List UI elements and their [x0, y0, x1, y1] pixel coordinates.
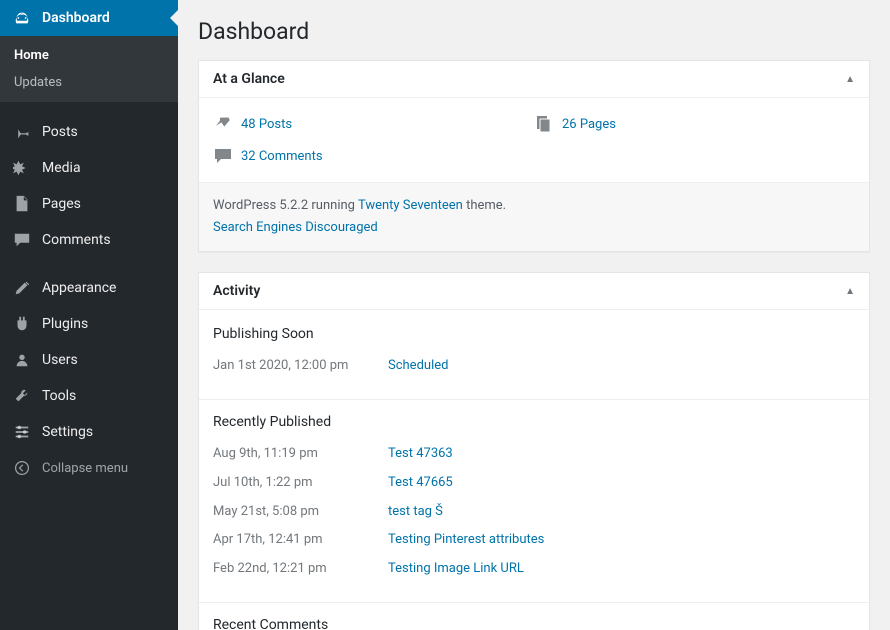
- activity-row: Apr 17th, 12:41 pm Testing Pinterest att…: [213, 526, 855, 555]
- activity-date: May 21st, 5:08 pm: [213, 502, 388, 523]
- sidebar-label: Collapse menu: [42, 461, 128, 476]
- activity-date: Aug 9th, 11:19 pm: [213, 444, 388, 465]
- comment-icon: [213, 146, 233, 166]
- tools-icon: [12, 386, 32, 406]
- glance-footer: WordPress 5.2.2 running Twenty Seventeen…: [199, 182, 869, 251]
- sidebar-item-appearance[interactable]: Appearance: [0, 270, 178, 306]
- widget-header[interactable]: At a Glance ▲: [199, 61, 869, 98]
- dashboard-icon: [12, 8, 32, 28]
- activity-link[interactable]: Test 47665: [388, 473, 453, 494]
- sidebar-item-tools[interactable]: Tools: [0, 378, 178, 414]
- users-icon: [12, 350, 32, 370]
- activity-row: Aug 9th, 11:19 pm Test 47363: [213, 440, 855, 469]
- wp-version-suffix: theme.: [463, 198, 506, 213]
- activity-row: Feb 22nd, 12:21 pm Testing Image Link UR…: [213, 555, 855, 584]
- widget-body: Publishing Soon Jan 1st 2020, 12:00 pm S…: [199, 310, 869, 630]
- activity-row: Jul 10th, 1:22 pm Test 47665: [213, 469, 855, 498]
- sidebar-label: Pages: [42, 196, 81, 212]
- recent-comments-title: Recent Comments: [213, 617, 855, 630]
- sidebar-separator: [0, 102, 178, 114]
- activity-row: Jan 1st 2020, 12:00 pm Scheduled: [213, 352, 855, 381]
- sidebar-item-plugins[interactable]: Plugins: [0, 306, 178, 342]
- main-content: Dashboard At a Glance ▲ 48 Posts: [178, 0, 890, 630]
- sidebar-item-settings[interactable]: Settings: [0, 414, 178, 450]
- activity-date: Jan 1st 2020, 12:00 pm: [213, 356, 388, 377]
- widget-title: Activity: [213, 283, 260, 299]
- glance-comments: 32 Comments: [213, 142, 534, 174]
- sidebar-item-users[interactable]: Users: [0, 342, 178, 378]
- activity-link[interactable]: Test 47363: [388, 444, 453, 465]
- widget-header[interactable]: Activity ▲: [199, 273, 869, 310]
- sidebar-submenu-dashboard: Home Updates: [0, 36, 178, 102]
- activity-widget: Activity ▲ Publishing Soon Jan 1st 2020,…: [198, 272, 870, 630]
- search-engines-link[interactable]: Search Engines Discouraged: [213, 220, 378, 235]
- comment-icon: [12, 230, 32, 250]
- divider: [199, 399, 869, 400]
- page-title: Dashboard: [198, 10, 870, 45]
- recent-list: Aug 9th, 11:19 pm Test 47363 Jul 10th, 1…: [213, 440, 855, 584]
- sidebar-item-dashboard[interactable]: Dashboard: [0, 0, 178, 36]
- sidebar-sub-home[interactable]: Home: [0, 42, 178, 69]
- brush-icon: [12, 278, 32, 298]
- sidebar-label: Comments: [42, 232, 111, 248]
- activity-date: Jul 10th, 1:22 pm: [213, 473, 388, 494]
- pin-icon: [213, 114, 233, 134]
- sidebar-label: Users: [42, 352, 78, 368]
- sidebar-label: Tools: [42, 388, 76, 404]
- plugin-icon: [12, 314, 32, 334]
- activity-date: Feb 22nd, 12:21 pm: [213, 559, 388, 580]
- pin-icon: [12, 122, 32, 142]
- activity-link[interactable]: Testing Pinterest attributes: [388, 530, 544, 551]
- at-a-glance-widget: At a Glance ▲ 48 Posts: [198, 60, 870, 252]
- page-icon: [12, 194, 32, 214]
- widget-body: 48 Posts 32 Comments: [199, 98, 869, 251]
- sidebar-item-media[interactable]: Media: [0, 150, 178, 186]
- recently-published-title: Recently Published: [213, 414, 855, 430]
- activity-link[interactable]: test tag Š: [388, 502, 443, 523]
- sidebar-label: Settings: [42, 424, 93, 440]
- theme-link[interactable]: Twenty Seventeen: [358, 198, 463, 213]
- media-icon: [12, 158, 32, 178]
- activity-link[interactable]: Scheduled: [388, 356, 448, 377]
- glance-comments-link[interactable]: 32 Comments: [241, 149, 323, 164]
- toggle-up-icon[interactable]: ▲: [845, 286, 855, 297]
- sidebar-label: Dashboard: [42, 10, 110, 26]
- scheduled-list: Jan 1st 2020, 12:00 pm Scheduled: [213, 352, 855, 381]
- sidebar-sub-updates[interactable]: Updates: [0, 69, 178, 96]
- sidebar-label: Appearance: [42, 280, 116, 296]
- sidebar-label: Media: [42, 160, 81, 176]
- sidebar-separator: [0, 258, 178, 270]
- activity-date: Apr 17th, 12:41 pm: [213, 530, 388, 551]
- sidebar-item-pages[interactable]: Pages: [0, 186, 178, 222]
- toggle-up-icon[interactable]: ▲: [845, 74, 855, 85]
- admin-sidebar: Dashboard Home Updates Posts Media Pages: [0, 0, 178, 630]
- activity-row: May 21st, 5:08 pm test tag Š: [213, 498, 855, 527]
- glance-posts: 48 Posts: [213, 110, 534, 142]
- sidebar-label: Plugins: [42, 316, 88, 332]
- activity-link[interactable]: Testing Image Link URL: [388, 559, 524, 580]
- sidebar-item-comments[interactable]: Comments: [0, 222, 178, 258]
- glance-pages-link[interactable]: 26 Pages: [562, 117, 616, 132]
- sidebar-label: Posts: [42, 124, 78, 140]
- sidebar-item-posts[interactable]: Posts: [0, 114, 178, 150]
- publishing-soon-title: Publishing Soon: [213, 326, 855, 342]
- sidebar-collapse[interactable]: Collapse menu: [0, 450, 178, 486]
- divider: [199, 602, 869, 603]
- glance-posts-link[interactable]: 48 Posts: [241, 117, 292, 132]
- glance-pages: 26 Pages: [534, 110, 855, 142]
- collapse-icon: [12, 458, 32, 478]
- wp-version-text: WordPress 5.2.2 running: [213, 198, 358, 213]
- pages-icon: [534, 114, 554, 134]
- widget-title: At a Glance: [213, 71, 285, 87]
- settings-icon: [12, 422, 32, 442]
